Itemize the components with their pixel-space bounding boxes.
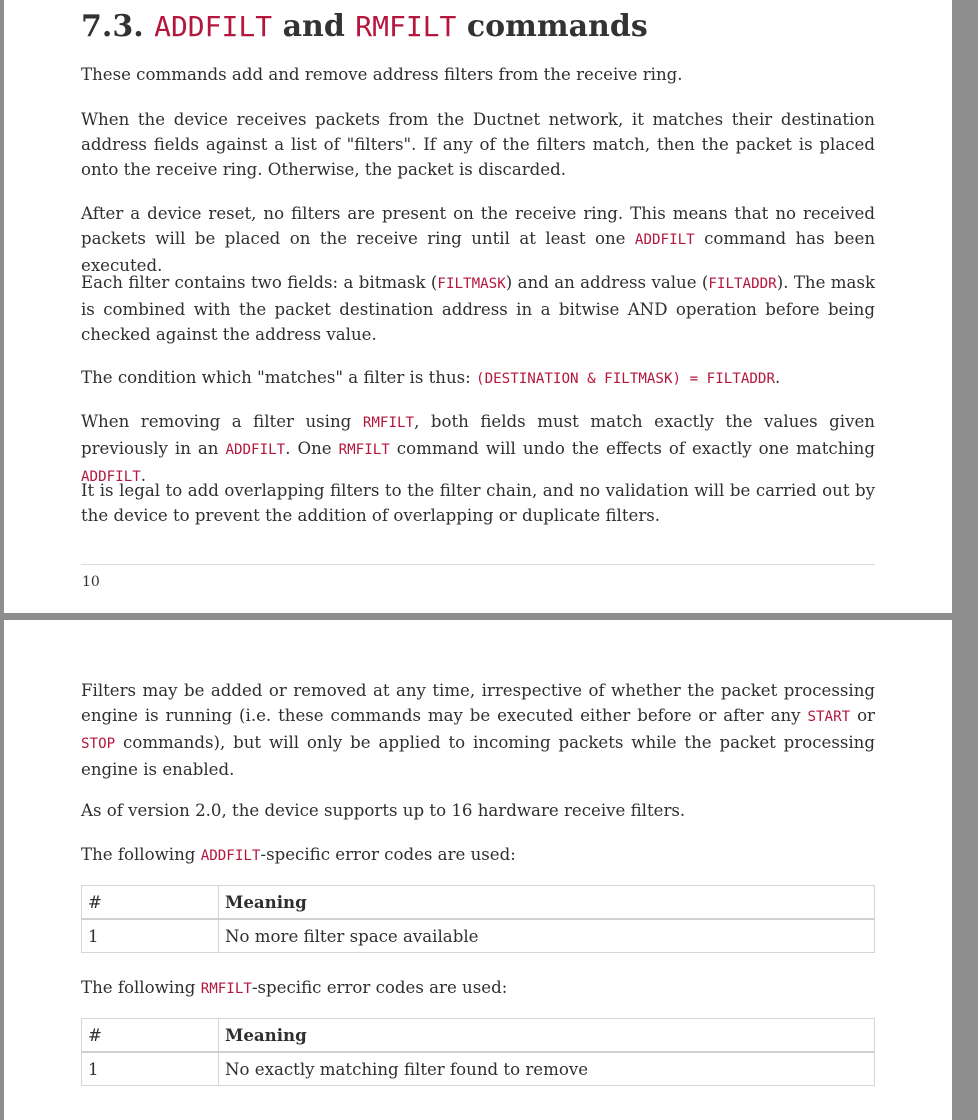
heading-and: and (282, 9, 345, 44)
paragraph-addfilt-errors: The following ADDFILT-specific error cod… (81, 845, 516, 864)
page-10: 7.3. ADDFILT and RMFILT commands These c… (4, 0, 952, 613)
paragraph-timing: Filters may be added or removed at any t… (81, 681, 875, 779)
code-start: START (807, 709, 851, 725)
paragraph-fields: Each filter contains two fields: a bitma… (81, 273, 876, 344)
paragraph-rmfilt-errors: The following RMFILT-specific error code… (81, 978, 508, 997)
viewer-scroll-area[interactable] (952, 0, 978, 1120)
heading-tail: commands (466, 9, 648, 44)
addfilt-error-table: # Meaning 1 No more filter space availab… (81, 885, 875, 953)
table-header-num: # (81, 1018, 219, 1053)
code-rmfilt: RMFILT (200, 981, 252, 997)
page-number: 10 (82, 574, 100, 590)
rmfilt-error-table: # Meaning 1 No exactly matching filter f… (81, 1018, 875, 1086)
code-rmfilt: RMFILT (362, 415, 415, 431)
document-viewer[interactable]: 7.3. ADDFILT and RMFILT commands These c… (0, 0, 978, 1120)
code-condition: (DESTINATION & FILTMASK) = FILTADDR (476, 371, 776, 387)
paragraph-matching: When the device receives packets from th… (81, 110, 875, 179)
table-header-row: # Meaning (81, 1018, 875, 1053)
table-cell-num: 1 (81, 918, 219, 953)
heading-cmd-addfilt: ADDFILT (154, 10, 273, 43)
table-header-row: # Meaning (81, 885, 875, 920)
table-row: 1 No exactly matching filter found to re… (81, 1051, 875, 1086)
section-heading: 7.3. ADDFILT and RMFILT commands (81, 4, 875, 50)
code-addfilt: ADDFILT (634, 232, 695, 248)
section-number: 7.3. (81, 9, 144, 44)
table-cell-meaning: No exactly matching filter found to remo… (218, 1051, 875, 1086)
code-addfilt: ADDFILT (200, 848, 261, 864)
section-heading-block: 7.3. ADDFILT and RMFILT commands (81, 4, 875, 50)
table-cell-num: 1 (81, 1051, 219, 1086)
paragraph-intro: These commands add and remove address fi… (81, 65, 683, 84)
page-11: Filters may be added or removed at any t… (4, 620, 952, 1120)
footer-divider (81, 564, 875, 565)
heading-cmd-rmfilt: RMFILT (355, 10, 457, 43)
code-filtaddr: FILTADDR (708, 276, 777, 292)
table-header-meaning: Meaning (218, 1018, 875, 1053)
paragraph-condition: The condition which "matches" a filter i… (81, 368, 781, 387)
table-row: 1 No more filter space available (81, 918, 875, 953)
code-stop: STOP (81, 736, 116, 752)
code-rmfilt: RMFILT (338, 442, 390, 458)
paragraph-reset: After a device reset, no filters are pre… (81, 204, 876, 275)
table-header-num: # (81, 885, 219, 920)
paragraph-overlapping: It is legal to add overlapping filters t… (81, 481, 875, 525)
table-cell-meaning: No more filter space available (218, 918, 875, 953)
code-filtmask: FILTMASK (437, 276, 506, 292)
code-addfilt: ADDFILT (225, 442, 286, 458)
paragraph-version: As of version 2.0, the device supports u… (81, 801, 686, 820)
table-header-meaning: Meaning (218, 885, 875, 920)
